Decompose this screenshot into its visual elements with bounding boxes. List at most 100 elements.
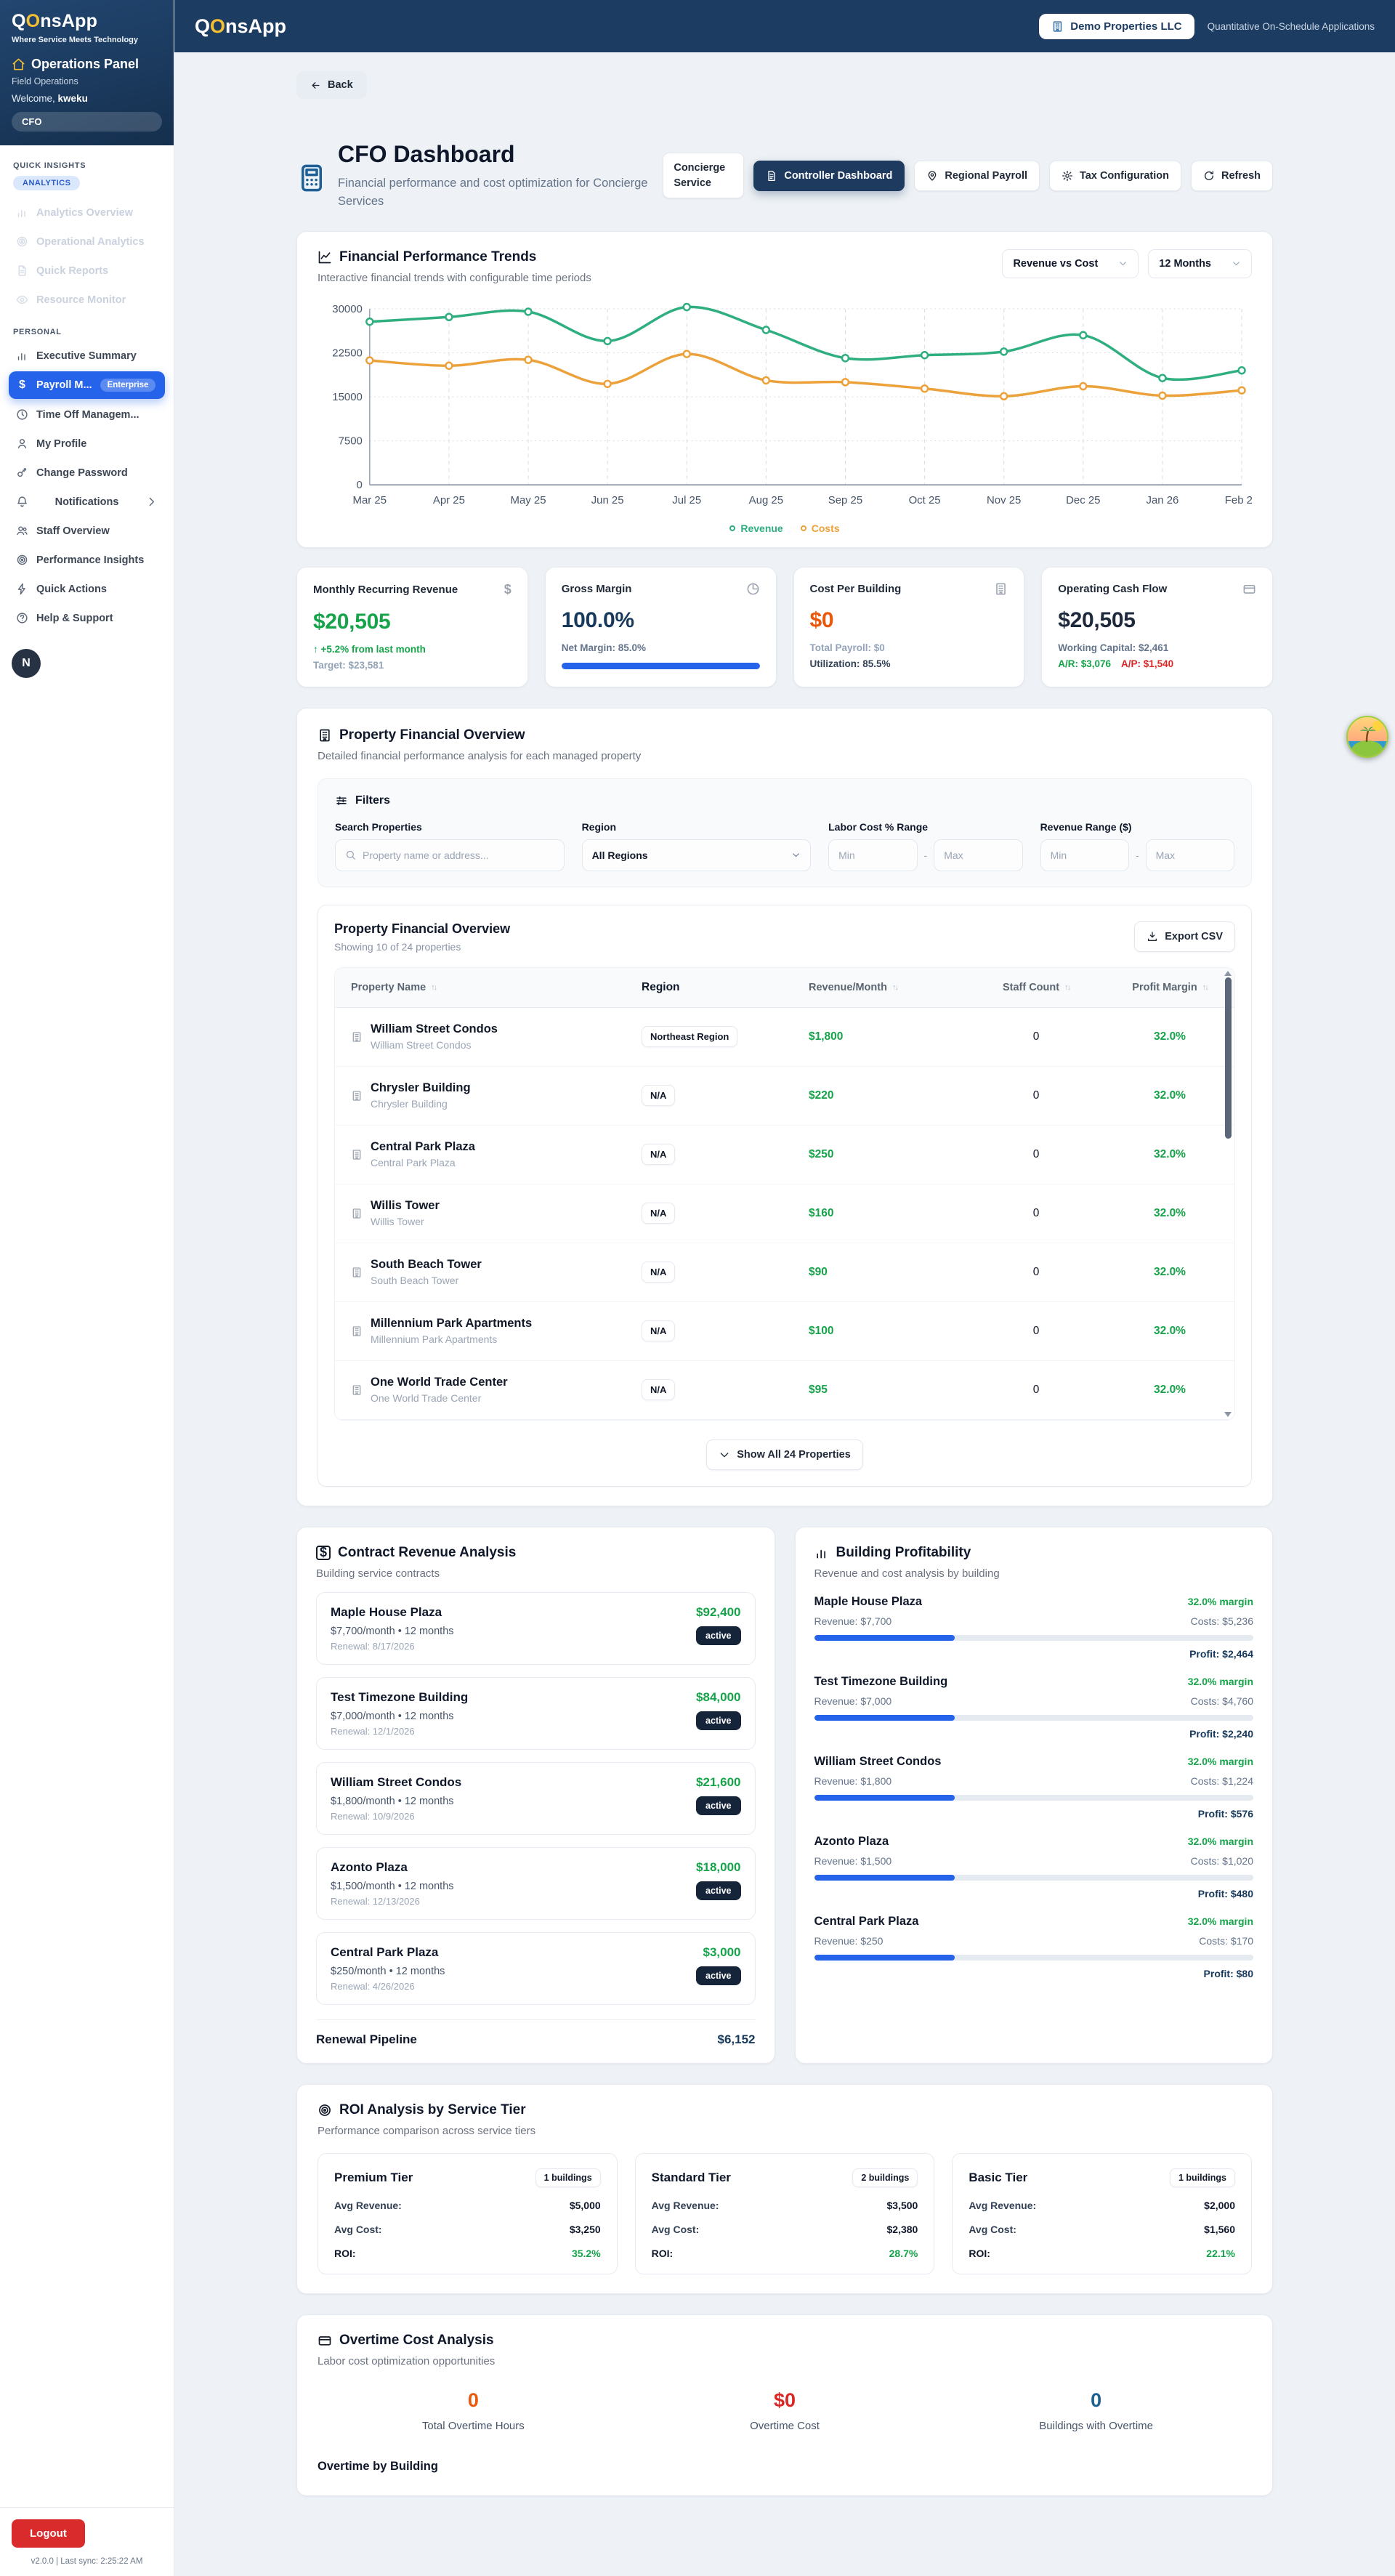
sidebar-footer: Logout v2.0.0 | Last sync: 2:25:22 AM xyxy=(0,2507,174,2576)
sort-icon: ↑↓ xyxy=(892,983,897,992)
table-scrollbar[interactable] xyxy=(1224,969,1232,1418)
contract-item[interactable]: Maple House Plaza$7,700/month • 12 month… xyxy=(316,1592,756,1665)
region-badge: N/A xyxy=(642,1261,675,1283)
svg-text:May 25: May 25 xyxy=(511,494,546,506)
roi-title: ROI Analysis by Service Tier xyxy=(318,2102,1252,2118)
floating-island-widget[interactable] xyxy=(1346,716,1388,758)
filters-panel: Filters Search Properties Region xyxy=(318,778,1252,887)
status-badge: active xyxy=(696,1626,740,1645)
building-icon xyxy=(351,1149,363,1160)
sidebar-item-analytics-overview[interactable]: Analytics Overview xyxy=(9,199,165,226)
concierge-service-button[interactable]: Concierge Service xyxy=(663,153,744,198)
property-overview-subtitle: Detailed financial performance analysis … xyxy=(318,750,1252,762)
sidebar-item-notifications[interactable]: Notifications xyxy=(9,488,165,515)
line-chart-icon xyxy=(318,250,332,265)
labor-max-input[interactable] xyxy=(944,849,1012,861)
table-title: Property Financial Overview xyxy=(334,921,510,937)
profit-progress xyxy=(814,1955,1254,1961)
eye-icon xyxy=(16,294,28,306)
profitability-item: Azonto Plaza32.0% margin Revenue: $1,500… xyxy=(814,1835,1254,1899)
kpi-gross-margin: Gross Margin 100.0% Net Margin: 85.0% xyxy=(545,567,777,687)
logout-button[interactable]: Logout xyxy=(12,2519,85,2548)
region-select[interactable]: All Regions xyxy=(582,839,812,871)
legend-revenue[interactable]: Revenue xyxy=(729,522,783,534)
sidebar-item-staff-overview[interactable]: Staff Overview xyxy=(9,517,165,544)
tier-premium: Premium Tier1 buildings Avg Revenue:$5,0… xyxy=(318,2153,618,2274)
profitability-item: William Street Condos32.0% margin Revenu… xyxy=(814,1755,1254,1820)
avatar[interactable]: N xyxy=(12,649,41,678)
sidebar-item-operational-analytics[interactable]: Operational Analytics xyxy=(9,228,165,255)
sidebar-item-my-profile[interactable]: My Profile xyxy=(9,430,165,457)
kpi-working-capital: Working Capital: $2,461 xyxy=(1058,642,1256,653)
contract-item[interactable]: Central Park Plaza$250/month • 12 months… xyxy=(316,1932,756,2005)
column-property-name[interactable]: Property Name↑↓ xyxy=(335,982,626,993)
refresh-button[interactable]: Refresh xyxy=(1191,161,1273,191)
table-row[interactable]: Chrysler BuildingChrysler Building N/A $… xyxy=(335,1067,1234,1126)
column-profit-margin[interactable]: Profit Margin↑↓ xyxy=(1105,982,1234,993)
show-all-properties-button[interactable]: Show All 24 Properties xyxy=(706,1440,863,1470)
topbar-logo: QOnsApp xyxy=(195,15,286,38)
table-row[interactable]: William Street CondosWilliam Street Cond… xyxy=(335,1008,1234,1067)
revenue-max-input[interactable] xyxy=(1156,849,1224,861)
period-select[interactable]: 12 Months xyxy=(1148,249,1252,278)
margin-label: 32.0% margin xyxy=(1188,1756,1253,1767)
sidebar-item-performance-insights[interactable]: Performance Insights xyxy=(9,546,165,573)
revenue-min-input[interactable] xyxy=(1051,849,1119,861)
gear-icon xyxy=(1062,170,1073,182)
table-row[interactable]: One World Trade CenterOne World Trade Ce… xyxy=(335,1361,1234,1420)
sidebar-item-payroll[interactable]: $ Payroll M... Enterprise xyxy=(9,371,165,399)
scroll-up-arrow[interactable] xyxy=(1224,971,1232,976)
sidebar-item-quick-actions[interactable]: Quick Actions xyxy=(9,576,165,602)
table-row[interactable]: Central Park PlazaCentral Park Plaza N/A… xyxy=(335,1126,1234,1184)
table-row[interactable]: Millennium Park ApartmentsMillennium Par… xyxy=(335,1302,1234,1361)
sidebar-item-time-off[interactable]: Time Off Managem... xyxy=(9,401,165,428)
overtime-by-building-label: Overtime by Building xyxy=(318,2460,1252,2474)
sidebar-item-change-password[interactable]: Change Password xyxy=(9,459,165,486)
contract-item[interactable]: Azonto Plaza$1,500/month • 12 monthsRene… xyxy=(316,1847,756,1920)
panel-subtitle: Field Operations xyxy=(12,76,162,86)
column-region[interactable]: Region xyxy=(626,981,793,994)
profitability-title: Building Profitability xyxy=(814,1545,1254,1561)
sidebar-item-resource-monitor[interactable]: Resource Monitor xyxy=(9,286,165,313)
legend-costs[interactable]: Costs xyxy=(801,522,840,534)
labor-min-input[interactable] xyxy=(838,849,907,861)
region-badge: N/A xyxy=(642,1085,675,1106)
scroll-down-arrow[interactable] xyxy=(1224,1412,1232,1417)
contract-item[interactable]: William Street Condos$1,800/month • 12 m… xyxy=(316,1762,756,1835)
back-button[interactable]: Back xyxy=(296,71,367,99)
legend-dot-revenue xyxy=(729,525,735,531)
profit-value: Profit: $2,464 xyxy=(814,1648,1254,1660)
column-revenue[interactable]: Revenue/Month↑↓ xyxy=(793,982,967,993)
search-icon xyxy=(345,849,356,860)
stat-label: Buildings with Overtime xyxy=(940,2420,1252,2432)
island-icon xyxy=(1348,717,1387,756)
kpi-value: $0 xyxy=(810,608,1008,633)
enterprise-badge: Enterprise xyxy=(100,379,156,392)
column-staff-count[interactable]: Staff Count↑↓ xyxy=(967,982,1105,993)
org-selector-button[interactable]: Demo Properties LLC xyxy=(1039,14,1194,39)
page-title: CFO Dashboard xyxy=(338,141,650,168)
regional-payroll-button[interactable]: Regional Payroll xyxy=(914,161,1040,191)
tax-configuration-button[interactable]: Tax Configuration xyxy=(1049,161,1181,191)
contract-item[interactable]: Test Timezone Building$7,000/month • 12 … xyxy=(316,1677,756,1750)
sidebar-item-executive-summary[interactable]: Executive Summary xyxy=(9,342,165,369)
contracts-title: $ Contract Revenue Analysis xyxy=(316,1545,756,1561)
profit-progress xyxy=(814,1635,1254,1641)
svg-text:Jun 25: Jun 25 xyxy=(591,494,624,506)
table-row[interactable]: South Beach TowerSouth Beach Tower N/A $… xyxy=(335,1243,1234,1302)
table-row[interactable]: Willis TowerWillis Tower N/A $160 0 32.0… xyxy=(335,1184,1234,1243)
profit-value: Profit: $2,240 xyxy=(814,1728,1254,1740)
sidebar-item-quick-reports[interactable]: Quick Reports xyxy=(9,257,165,284)
table-subtitle: Showing 10 of 24 properties xyxy=(334,941,510,953)
role-badge: CFO xyxy=(12,112,162,132)
clock-icon xyxy=(16,408,28,421)
metric-select[interactable]: Revenue vs Cost xyxy=(1002,249,1139,278)
scrollbar-thumb[interactable] xyxy=(1225,977,1232,1139)
kpi-ap: A/P: $1,540 xyxy=(1121,658,1173,669)
sidebar-item-help-support[interactable]: Help & Support xyxy=(9,605,165,631)
search-input[interactable] xyxy=(363,849,554,861)
overtime-analysis-card: Overtime Cost Analysis Labor cost optimi… xyxy=(296,2314,1273,2496)
controller-dashboard-button[interactable]: Controller Dashboard xyxy=(753,161,905,191)
export-csv-button[interactable]: Export CSV xyxy=(1134,921,1235,952)
home-icon xyxy=(12,57,25,71)
